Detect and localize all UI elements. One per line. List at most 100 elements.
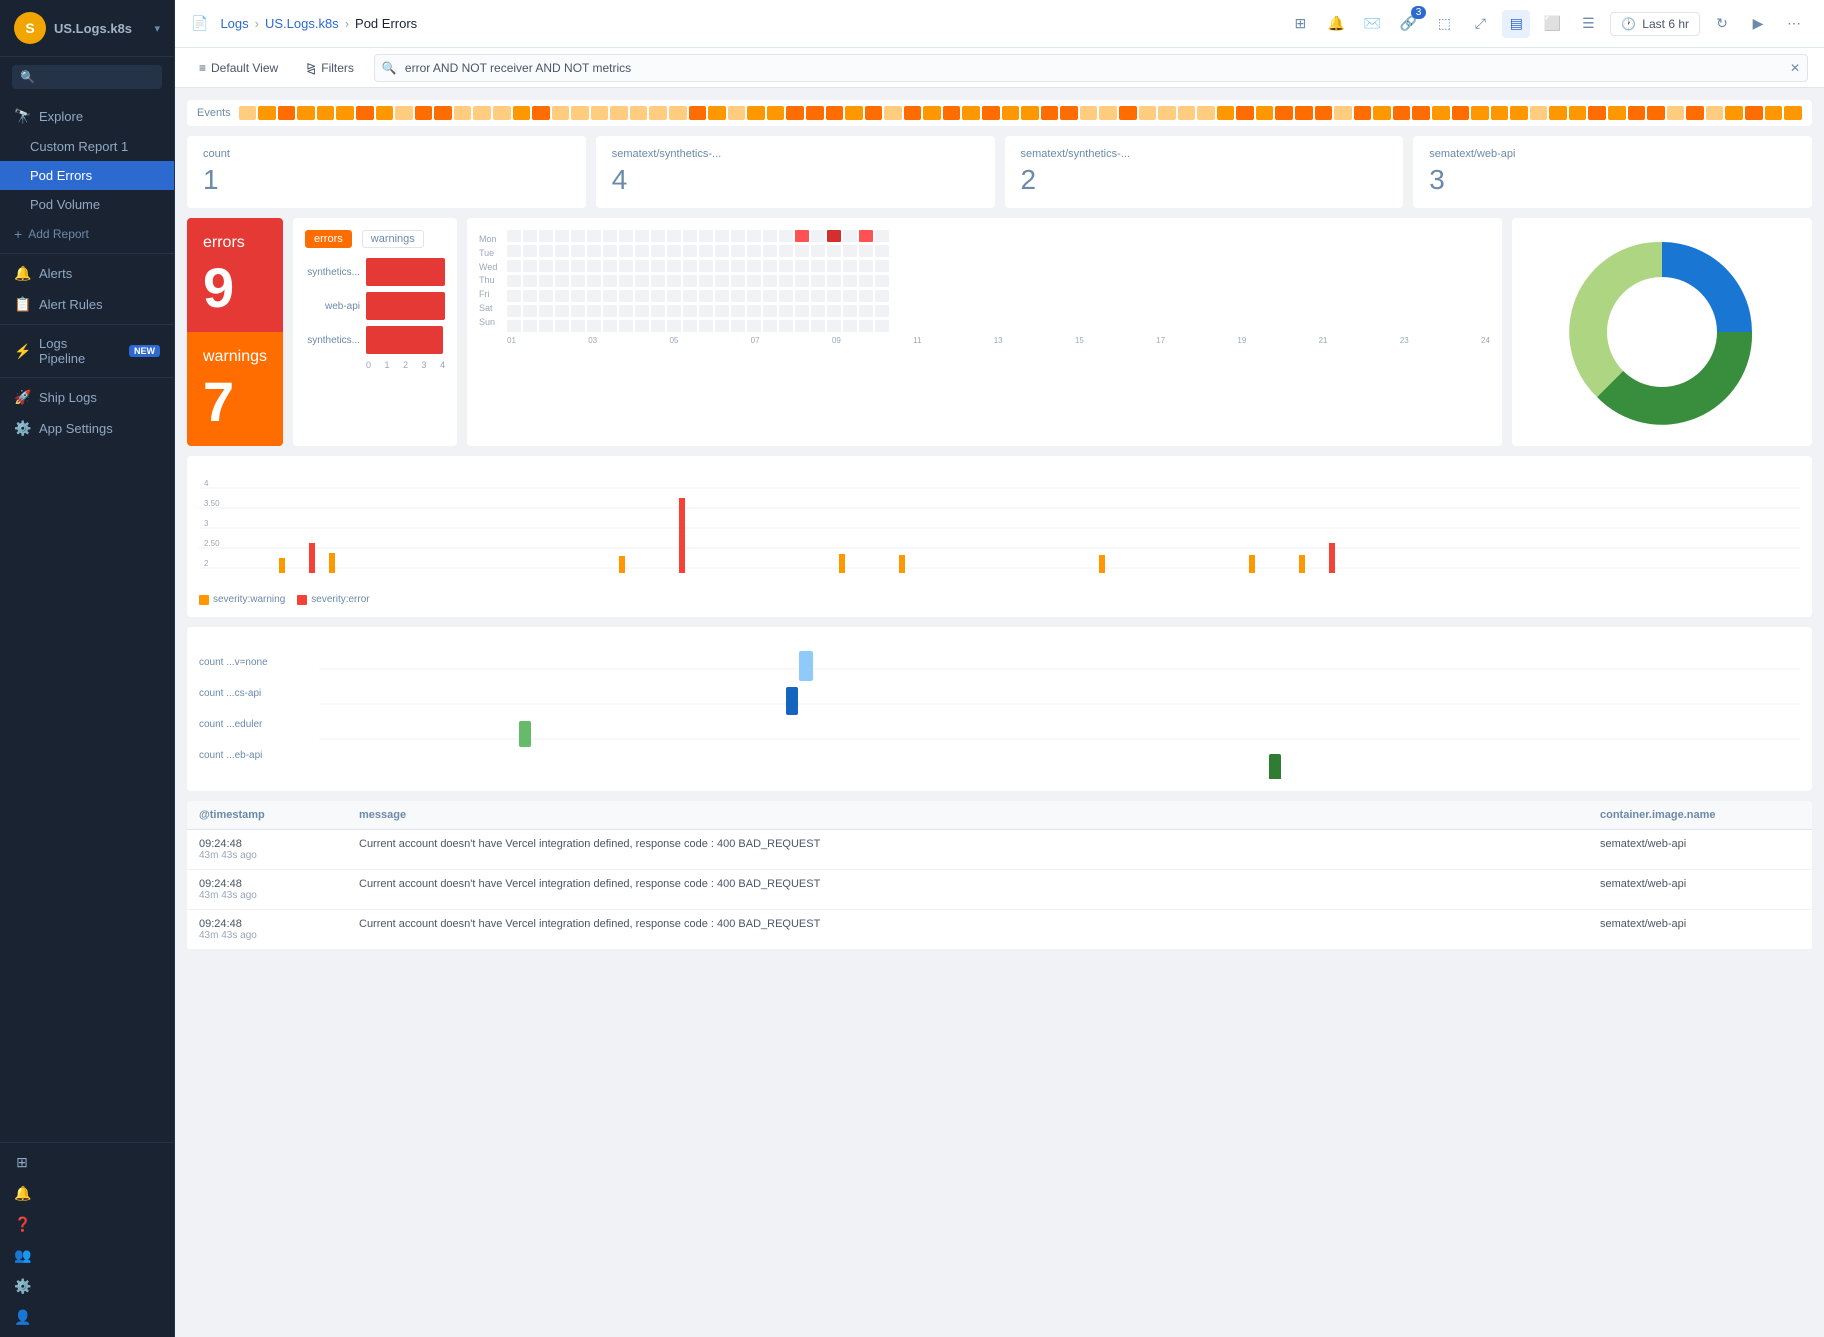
heatmap-cell (763, 275, 777, 287)
heatmap-cell (747, 245, 761, 257)
heatmap-cell (747, 290, 761, 302)
stat-value-1: 4 (612, 164, 979, 196)
event-block (786, 106, 804, 120)
sidebar-item-ship-logs[interactable]: 🚀 Ship Logs (0, 382, 174, 413)
charts-row: errors 9 warnings 7 errors warnings (187, 218, 1812, 446)
grid-view-icon[interactable]: ⊞ (1286, 10, 1314, 38)
bar-tab-errors[interactable]: errors (305, 230, 352, 248)
sidebar-item-help[interactable]: ❓ (0, 1209, 174, 1240)
event-block (1667, 106, 1685, 120)
sidebar-ship-logs-label: Ship Logs (39, 390, 97, 405)
sidebar-item-team[interactable]: 👥 (0, 1240, 174, 1271)
heatmap-cell (795, 245, 809, 257)
breadcrumb-logs[interactable]: Logs (220, 16, 248, 31)
event-block (1275, 106, 1293, 120)
donut-card (1512, 218, 1812, 446)
sidebar-item-integrations[interactable]: ⊞ (0, 1147, 174, 1178)
more-options-icon[interactable]: ⋯ (1780, 10, 1808, 38)
heatmap-cell (715, 290, 729, 302)
heatmap-cell (587, 245, 601, 257)
heatmap-cell (779, 245, 793, 257)
heatmap-cell (587, 320, 601, 332)
refresh-button[interactable]: ↻ (1708, 10, 1736, 38)
sidebar-item-app-settings[interactable]: ⚙️ App Settings (0, 413, 174, 444)
event-block (1452, 106, 1470, 120)
sidebar-item-settings[interactable]: ⚙️ (0, 1271, 174, 1302)
heatmap-cell (843, 245, 857, 257)
add-report-button[interactable]: + Add Report (0, 219, 174, 249)
log-row-2[interactable]: 09:24:48 43m 43s ago Current account doe… (187, 910, 1812, 950)
heatmap-cell (715, 275, 729, 287)
sidebar-item-alert-rules[interactable]: 📋 Alert Rules (0, 289, 174, 320)
stat-label-0: count (203, 148, 570, 160)
sidebar-item-custom-report[interactable]: Custom Report 1 (0, 132, 174, 161)
view-selector[interactable]: ≡ Default View (191, 57, 286, 79)
ts-bar-warning-7 (1249, 555, 1255, 573)
errors-value: 9 (203, 260, 267, 316)
heatmap-cell (507, 245, 521, 257)
heatmap-cell (555, 275, 569, 287)
sidebar-item-logs-pipeline[interactable]: ⚡ Logs Pipeline NEW (0, 329, 174, 373)
bar-row-1: web-api (305, 292, 445, 320)
event-block (1315, 106, 1333, 120)
event-block (552, 106, 570, 120)
legend-warning-dot (199, 595, 209, 605)
log-row-1[interactable]: 09:24:48 43m 43s ago Current account doe… (187, 870, 1812, 910)
org-chevron-icon[interactable]: ▾ (154, 22, 160, 35)
heatmap-cell (811, 290, 825, 302)
list-view-icon[interactable]: ☰ (1574, 10, 1602, 38)
bar-chart-icon[interactable]: ▤ (1502, 10, 1530, 38)
sidebar-item-user[interactable]: 👤 (0, 1302, 174, 1333)
sidebar-item-alerts[interactable]: 🔔 Alerts (0, 258, 174, 289)
donut-chart (1562, 232, 1762, 432)
heatmap-cell (571, 275, 585, 287)
stat-value-3: 3 (1429, 164, 1796, 196)
events-bar: Events (187, 100, 1812, 126)
sidebar-item-b-alerts[interactable]: 🔔 (0, 1178, 174, 1209)
search-clear-icon[interactable]: ✕ (1790, 61, 1800, 75)
time-selector[interactable]: 🕐 Last 6 hr (1610, 12, 1700, 36)
breadcrumb-org[interactable]: US.Logs.k8s (265, 16, 339, 31)
heatmap-cell (715, 260, 729, 272)
heatmap-cell (811, 305, 825, 317)
heatmap-cell (763, 245, 777, 257)
breadcrumb-sep-1: › (255, 16, 259, 31)
heatmap-cell (699, 230, 713, 242)
sidebar-explore-label: Explore (39, 109, 83, 124)
bar-tab-warnings[interactable]: warnings (362, 230, 424, 248)
axis-4: 4 (440, 360, 445, 370)
heatmap-cell (827, 320, 841, 332)
sidebar-search-input[interactable]: 🔍 (12, 65, 162, 89)
stats-row: count 1 sematext/synthetics-... 4 semate… (187, 136, 1812, 208)
filter-button[interactable]: ⧎ Filters (298, 57, 362, 79)
heatmap-cell (731, 275, 745, 287)
heatmap-cell (811, 320, 825, 332)
event-block (1510, 106, 1528, 120)
heatmap-row (507, 245, 1490, 257)
heatmap-cell (763, 320, 777, 332)
sidebar-item-pod-volume[interactable]: Pod Volume (0, 190, 174, 219)
event-block (1119, 106, 1137, 120)
play-button[interactable]: ▶ (1744, 10, 1772, 38)
sidebar-item-explore[interactable]: 🔭 Explore (0, 101, 174, 132)
ts-bar-warning-4 (839, 554, 845, 573)
log-row-0[interactable]: 09:24:48 43m 43s ago Current account doe… (187, 830, 1812, 870)
heatmap-cell (763, 305, 777, 317)
split-view-icon[interactable]: ⬜ (1538, 10, 1566, 38)
expand-icon[interactable]: ⤢ (1466, 10, 1494, 38)
resize-icon[interactable]: ⬚ (1430, 10, 1458, 38)
search-input[interactable] (374, 54, 1808, 82)
event-block (434, 106, 452, 120)
heatmap-cell (523, 290, 537, 302)
ts-bar-warning-3 (619, 556, 625, 573)
event-block (1745, 106, 1763, 120)
mail-icon[interactable]: ✉️ (1358, 10, 1386, 38)
heatmap-cells-container: 01030507091113151719212324 (507, 230, 1490, 345)
event-block (806, 106, 824, 120)
event-block (473, 106, 491, 120)
heatmap-cell (619, 245, 633, 257)
bubble-label-3: count ...eb-api (199, 750, 319, 761)
help-icon: ❓ (14, 1216, 30, 1233)
bell-icon[interactable]: 🔔 (1322, 10, 1350, 38)
sidebar-item-pod-errors[interactable]: Pod Errors (0, 161, 174, 190)
